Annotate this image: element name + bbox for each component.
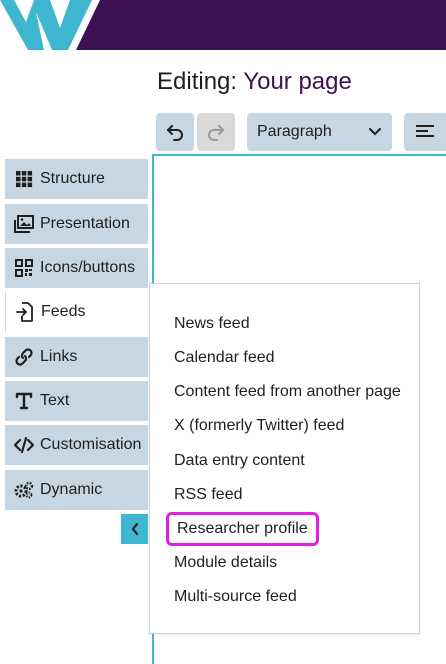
menu-item-rss-feed[interactable]: RSS feed: [174, 485, 242, 505]
menu-item-data-entry-content[interactable]: Data entry content: [174, 451, 305, 471]
gears-icon: [14, 480, 34, 500]
link-icon: [14, 347, 34, 367]
sidebar-item-label: Customisation: [40, 436, 142, 453]
grid-icon: [14, 169, 34, 189]
menu-item-multi-source-feed[interactable]: Multi-source feed: [174, 587, 297, 607]
menu-item-x-feed[interactable]: X (formerly Twitter) feed: [174, 416, 344, 436]
sidebar-item-dynamic[interactable]: Dynamic: [5, 470, 148, 510]
undo-icon: [167, 125, 183, 141]
text-icon: [14, 391, 34, 411]
page-title: Editing: Your page: [157, 64, 352, 100]
brand-logo: [0, 0, 446, 50]
collapse-sidebar-button[interactable]: [121, 514, 148, 544]
format-select-value: Paragraph: [257, 123, 332, 140]
sidebar-item-label: Structure: [40, 170, 105, 187]
sidebar-item-icons-buttons[interactable]: Icons/buttons: [5, 248, 148, 288]
qr-icon: [14, 258, 34, 278]
menu-item-calendar-feed[interactable]: Calendar feed: [174, 348, 275, 368]
sidebar-item-label: Dynamic: [40, 481, 103, 498]
redo-button[interactable]: [197, 113, 235, 151]
code-icon: [14, 435, 34, 455]
image-icon: [14, 214, 34, 234]
top-banner: [0, 0, 446, 50]
sidebar-item-label: Presentation: [40, 215, 130, 232]
chevron-left-icon: [131, 522, 138, 536]
sidebar-item-label: Icons/buttons: [40, 259, 136, 276]
redo-icon: [208, 125, 224, 141]
align-left-button[interactable]: [404, 113, 446, 151]
chevron-down-icon: [369, 128, 381, 136]
feeds-menu: News feed Calendar feed Content feed fro…: [149, 283, 420, 634]
menu-item-researcher-profile[interactable]: Researcher profile: [166, 512, 319, 546]
menu-item-content-feed[interactable]: Content feed from another page: [174, 382, 401, 402]
menu-item-news-feed[interactable]: News feed: [174, 314, 250, 334]
sidebar-item-customisation[interactable]: Customisation: [5, 425, 148, 465]
sidebar-item-text[interactable]: Text: [5, 381, 148, 421]
sidebar-item-label: Text: [40, 392, 70, 409]
undo-button[interactable]: [156, 113, 194, 151]
sidebar-item-links[interactable]: Links: [5, 337, 148, 377]
sidebar-item-presentation[interactable]: Presentation: [5, 204, 148, 244]
menu-item-module-details[interactable]: Module details: [174, 553, 277, 573]
title-prefix: Editing:: [157, 68, 238, 95]
format-select[interactable]: Paragraph: [247, 113, 392, 151]
file-import-icon: [15, 302, 35, 322]
title-page-name: Your page: [243, 68, 352, 95]
sidebar-item-feeds[interactable]: Feeds: [5, 292, 155, 332]
align-left-icon: [416, 125, 434, 137]
sidebar-item-structure[interactable]: Structure: [5, 159, 148, 199]
sidebar-item-label: Links: [40, 348, 78, 365]
sidebar-item-label: Feeds: [41, 303, 86, 320]
